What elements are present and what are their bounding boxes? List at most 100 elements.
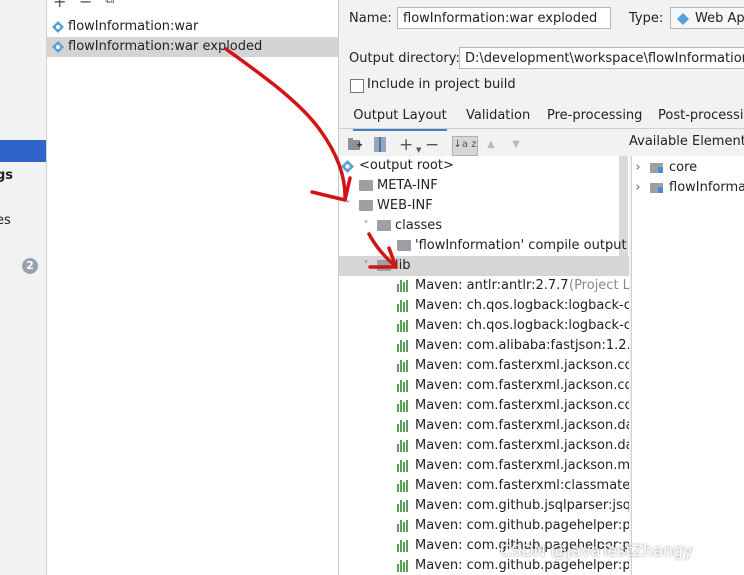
tab-label: Output Layout: [353, 108, 447, 123]
new-directory-icon[interactable]: [348, 138, 362, 151]
tree-row-label: Maven: ch.qos.logback:logback-cor: [415, 318, 629, 333]
type-select[interactable]: Web Ap: [670, 7, 744, 29]
chevron-down-icon[interactable]: ˅: [343, 196, 353, 216]
maven-icon: [397, 360, 411, 372]
maven-icon: [397, 300, 411, 312]
output-layout-tree: <output root> META-INF ˅ WEB-INF ˅ classes 'fl…: [339, 156, 629, 575]
artifact-list-panel: + − ⧉ flowInformation:war flowInformatio…: [47, 0, 339, 575]
tree-row[interactable]: Maven: com.alibaba:fastjson:1.2.58 (: [339, 336, 629, 356]
tree-row[interactable]: Maven: com.fasterxml.jackson.core:j: [339, 396, 629, 416]
tab-output-layout[interactable]: Output Layout: [353, 104, 447, 131]
add-artifact-button[interactable]: +: [53, 0, 66, 10]
tab-post-processing[interactable]: Post-processin: [658, 104, 744, 128]
tree-row-label: Maven: antlr:antlr:2.7.7: [415, 278, 569, 293]
available-item-label: flowInformat: [669, 180, 744, 195]
tree-row[interactable]: Maven: ch.qos.logback:logback-cor: [339, 316, 629, 336]
tree-row-label: 'flowInformation' compile output: [415, 238, 627, 253]
maven-icon: [397, 340, 411, 352]
count-badge: 2: [22, 258, 38, 274]
tree-row[interactable]: Maven: com.github.pagehelper:page: [339, 516, 629, 536]
tree-row-label: Maven: ch.qos.logback:logback-clas: [415, 298, 629, 313]
archive-icon[interactable]: [374, 137, 386, 152]
artifact-icon: [52, 41, 64, 53]
artifact-label: flowInformation:war: [68, 19, 199, 34]
move-up-button[interactable]: ▲: [484, 136, 498, 154]
tree-row-label: Maven: com.alibaba:fastjson:1.2.58 (: [415, 338, 629, 353]
tree-row-label: Maven: com.github.pagehelper:page: [415, 518, 629, 533]
tree-row[interactable]: ˅ classes: [339, 216, 629, 236]
output-dir-field[interactable]: D:\development\workspace\flowInformation…: [459, 47, 744, 69]
tab-label: Pre-processing: [547, 108, 643, 123]
tree-row[interactable]: <output root>: [339, 156, 629, 176]
maven-icon: [397, 320, 411, 332]
tab-pre-processing[interactable]: Pre-processing: [547, 104, 642, 128]
artifact-icon: [52, 21, 64, 33]
remove-artifact-button[interactable]: −: [79, 0, 92, 10]
artifact-item-selected[interactable]: flowInformation:war exploded: [47, 37, 338, 57]
nav-item-bold[interactable]: gs: [0, 168, 13, 183]
chevron-down-icon[interactable]: ˅: [361, 256, 371, 276]
maven-icon: [397, 440, 411, 452]
tree-row-label: Maven: com.github.jsqlparser:jsqlpa: [415, 498, 629, 513]
nav-selected-item[interactable]: [0, 140, 46, 162]
tree-row-label: lib: [395, 258, 411, 273]
maven-icon: [397, 460, 411, 472]
tree-row[interactable]: Maven: com.fasterxml.jackson.dataty: [339, 436, 629, 456]
type-label: Type:: [629, 11, 664, 26]
maven-icon: [397, 280, 411, 292]
maven-icon: [397, 400, 411, 412]
chevron-right-icon[interactable]: ›: [632, 158, 644, 178]
available-elements-title: Available Elements: [629, 134, 744, 149]
type-value: Web Ap: [695, 11, 744, 26]
maven-icon: [397, 560, 411, 572]
tree-row[interactable]: Maven: antlr:antlr:2.7.7 (Project Libra: [339, 276, 629, 296]
root-icon: [341, 160, 354, 173]
maven-icon: [397, 480, 411, 492]
include-checkbox[interactable]: [350, 79, 364, 93]
maven-icon: [397, 420, 411, 432]
chevron-right-icon[interactable]: ›: [632, 178, 644, 198]
chevron-down-icon: ▼: [416, 146, 422, 154]
module-folder-icon: [650, 183, 663, 193]
tree-row[interactable]: 'flowInformation' compile output: [339, 236, 629, 256]
folder-icon: [359, 180, 373, 191]
output-dir-label: Output directory:: [349, 51, 460, 66]
tree-row[interactable]: Maven: com.fasterxml:classmate:1.3.: [339, 476, 629, 496]
module-folder-icon: [397, 240, 411, 251]
artifact-item[interactable]: flowInformation:war: [47, 17, 338, 37]
chevron-down-icon[interactable]: ˅: [361, 216, 371, 236]
tree-row-label: Maven: com.fasterxml.jackson.dataty: [415, 418, 629, 433]
remove-element-button[interactable]: −: [425, 136, 439, 154]
tree-row[interactable]: ˅ WEB-INF: [339, 196, 629, 216]
folder-icon: [377, 220, 391, 231]
library-scope: (Project Libra: [569, 278, 629, 293]
tree-row[interactable]: Maven: com.fasterxml.jackson.modu: [339, 456, 629, 476]
copy-artifact-button[interactable]: ⧉: [105, 0, 114, 7]
tree-row[interactable]: Maven: com.github.jsqlparser:jsqlpa: [339, 496, 629, 516]
artifact-toolbar: + − ⧉: [47, 0, 338, 10]
tree-row[interactable]: ˅ lib: [339, 256, 629, 276]
move-down-button[interactable]: ▼: [509, 136, 523, 154]
tree-row[interactable]: Maven: ch.qos.logback:logback-clas: [339, 296, 629, 316]
tree-row[interactable]: META-INF: [339, 176, 629, 196]
maven-icon: [397, 540, 411, 552]
folder-icon: [377, 260, 391, 271]
add-element-button[interactable]: +: [399, 136, 413, 154]
watermark: CSDN @JavaTestZhangy: [500, 541, 693, 560]
available-item-label: core: [669, 160, 698, 175]
tree-row-label: Maven: com.fasterxml.jackson.core:j: [415, 358, 629, 373]
tab-divider: [339, 128, 744, 129]
tree-row[interactable]: Maven: com.fasterxml.jackson.core:j: [339, 376, 629, 396]
tree-row-label: META-INF: [377, 178, 438, 193]
tree-row-label: WEB-INF: [377, 198, 433, 213]
name-label: Name:: [349, 11, 392, 26]
name-field[interactable]: flowInformation:war exploded: [397, 7, 611, 29]
tab-validation[interactable]: Validation: [466, 104, 530, 128]
folder-icon: [359, 200, 373, 211]
web-app-icon: [677, 13, 689, 25]
tree-row[interactable]: Maven: com.fasterxml.jackson.dataty: [339, 416, 629, 436]
nav-item[interactable]: es: [0, 213, 11, 228]
sort-elements-button[interactable]: ↓a z: [452, 136, 478, 156]
tree-row-label: Maven: com.fasterxml.jackson.core:j: [415, 378, 629, 393]
tree-row[interactable]: Maven: com.fasterxml.jackson.core:j: [339, 356, 629, 376]
